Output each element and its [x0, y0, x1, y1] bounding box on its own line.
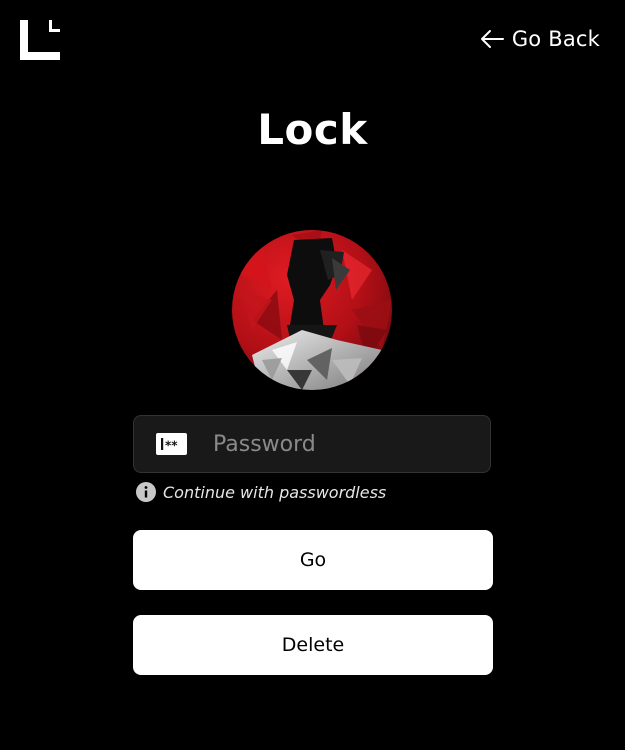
password-field[interactable]: **	[133, 415, 491, 473]
password-input[interactable]	[211, 430, 489, 458]
arrow-left-icon	[480, 30, 504, 48]
geometric-avatar	[232, 230, 392, 390]
page-title: Lock	[257, 105, 368, 154]
passwordless-link[interactable]: Continue with passwordless	[136, 482, 386, 502]
info-icon	[136, 482, 156, 502]
go-button[interactable]: Go	[133, 530, 493, 590]
go-back-button[interactable]: Go Back	[480, 27, 600, 51]
go-back-label: Go Back	[511, 27, 600, 51]
corner-bracket-logo-icon	[20, 20, 60, 60]
delete-button[interactable]: Delete	[133, 615, 493, 675]
password-key-icon: **	[156, 433, 187, 455]
app-logo	[20, 20, 60, 60]
passwordless-label: Continue with passwordless	[163, 482, 387, 502]
svg-text:**: **	[165, 439, 178, 453]
avatar	[232, 230, 392, 390]
